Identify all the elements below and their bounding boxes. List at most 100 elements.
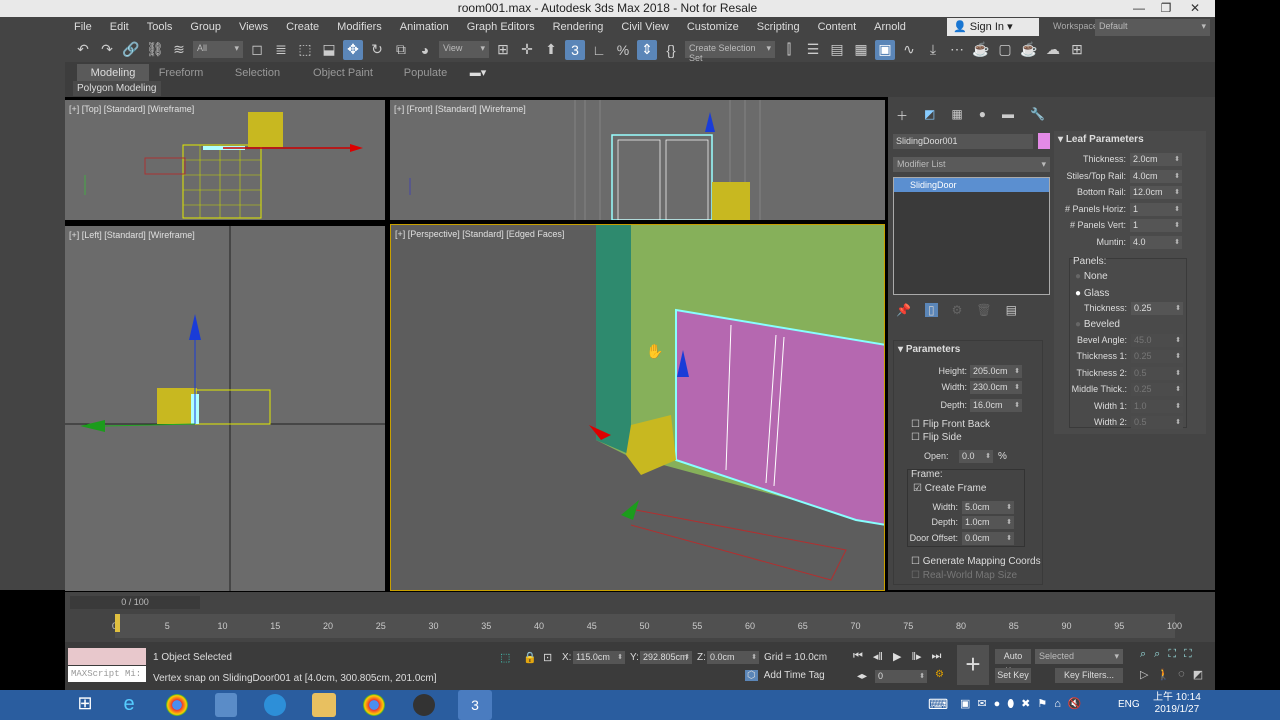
unlink-icon[interactable]: ⛓	[145, 40, 165, 60]
tab-populate[interactable]: Populate	[398, 64, 453, 82]
menu-create[interactable]: Create	[277, 21, 328, 33]
snaps-toggle-icon[interactable]: 3	[565, 39, 585, 60]
zoom-extents-icon[interactable]: ⛶	[1168, 648, 1176, 661]
menu-scripting[interactable]: Scripting	[748, 21, 809, 33]
keyboard-icon[interactable]: ⌨	[928, 696, 948, 713]
real-world-map-checkbox[interactable]: ☐ Real-World Map Size	[911, 570, 1017, 581]
menu-rendering[interactable]: Rendering	[544, 21, 613, 33]
viewport-front-label[interactable]: [+] [Front] [Standard] [Wireframe]	[394, 104, 526, 114]
viewport-perspective-label[interactable]: [+] [Perspective] [Standard] [Edged Face…	[395, 229, 564, 239]
modify-tab-icon[interactable]: ◩	[924, 107, 935, 124]
panel-beveled-radio[interactable]: ● Beveled	[1075, 319, 1120, 330]
bind-space-warp-icon[interactable]: ≋	[169, 40, 189, 60]
track-bar[interactable]: 0510152025303540455055606570758085909510…	[112, 614, 1182, 638]
viewport-front[interactable]: [+] [Front] [Standard] [Wireframe]	[390, 100, 885, 220]
menu-arnold[interactable]: Arnold	[865, 21, 915, 33]
previous-frame-icon[interactable]: ◂‖	[873, 650, 883, 663]
chrome-icon-2[interactable]	[363, 694, 385, 716]
leaf-parameters-header[interactable]: ▾ Leaf Parameters	[1058, 134, 1144, 145]
y-coord-field[interactable]: 292.805cm ⬍	[640, 651, 692, 664]
go-to-end-icon[interactable]: ⏭	[932, 650, 942, 663]
stiles-spinner[interactable]: 4.0cm ⬍	[1130, 170, 1182, 183]
width-spinner[interactable]: 230.0cm ⬍	[970, 381, 1022, 394]
viewport-left[interactable]: [+] [Left] [Standard] [Wireframe]	[65, 226, 385, 591]
width1-spinner[interactable]: 1.0 ⬍	[1131, 400, 1183, 413]
flip-side-checkbox[interactable]: ☐ Flip Side	[911, 432, 962, 443]
auto-key-button[interactable]: Auto Key	[995, 649, 1031, 676]
align-icon[interactable]: ☰	[803, 40, 823, 60]
obs-icon[interactable]	[413, 694, 435, 716]
thickness1-spinner[interactable]: 0.25 ⬍	[1131, 350, 1183, 363]
thickness2-spinner[interactable]: 0.5 ⬍	[1131, 367, 1183, 380]
panel-none-radio[interactable]: ● None	[1075, 271, 1108, 282]
absolute-mode-icon[interactable]: ⊡	[543, 651, 552, 664]
viewport-top[interactable]: [+] [Top] [Standard] [Wireframe]	[65, 100, 385, 220]
bevel-angle-spinner[interactable]: 45.0 ⬍	[1131, 334, 1183, 347]
spinner-snap-icon[interactable]: ⇕	[637, 39, 657, 60]
rect-selection-icon[interactable]: ⬚	[295, 40, 315, 60]
set-key-big-button[interactable]: +	[957, 645, 989, 685]
menu-civil-view[interactable]: Civil View	[612, 21, 677, 33]
selection-lock-icon[interactable]: 🔒	[523, 651, 537, 664]
x-coord-field[interactable]: 115.0cm ⬍	[573, 651, 625, 664]
hierarchy-tab-icon[interactable]: ▦	[951, 107, 962, 124]
mirror-icon[interactable]: ⫿	[779, 40, 799, 60]
dope-sheet-icon[interactable]: ⤓	[923, 40, 943, 60]
width2-spinner[interactable]: 0.5 ⬍	[1131, 416, 1183, 429]
menu-animation[interactable]: Animation	[391, 21, 458, 33]
viewport-top-label[interactable]: [+] [Top] [Standard] [Wireframe]	[69, 104, 194, 114]
tab-freeform[interactable]: Freeform	[155, 64, 207, 82]
orbit-icon[interactable]: ◌	[1178, 668, 1185, 681]
select-by-name-icon[interactable]: ≣	[271, 40, 291, 60]
named-selection-dropdown[interactable]: Create Selection Set ▾	[685, 41, 775, 63]
time-slider[interactable]: 0 / 100	[70, 596, 200, 609]
door-offset-spinner[interactable]: 0.0cm ⬍	[962, 532, 1014, 545]
tab-object-paint[interactable]: Object Paint	[308, 64, 378, 82]
redo-icon[interactable]: ↷	[97, 40, 117, 60]
menu-views[interactable]: Views	[230, 21, 277, 33]
open-spinner[interactable]: 0.0 ⬍	[959, 450, 993, 463]
select-manipulate-icon[interactable]: ✛	[517, 40, 537, 60]
leaf-thickness-spinner[interactable]: 2.0cm ⬍	[1130, 153, 1182, 166]
maxscript-listener-output[interactable]	[68, 648, 146, 665]
modifier-list-dropdown[interactable]: Modifier List ▾	[893, 157, 1050, 172]
panels-horiz-spinner[interactable]: 1 ⬍	[1130, 203, 1182, 216]
menu-customize[interactable]: Customize	[678, 21, 748, 33]
language-indicator[interactable]: ENG	[1118, 699, 1140, 710]
menu-modifiers[interactable]: Modifiers	[328, 21, 391, 33]
glass-thickness-spinner[interactable]: 0.25 ⬍	[1131, 302, 1183, 315]
key-mode-icon[interactable]: ◂▸	[857, 671, 867, 682]
file-explorer-icon[interactable]	[312, 693, 336, 717]
clock[interactable]: 上午 10:14 2019/1/27	[1153, 692, 1201, 716]
polygon-modeling-panel[interactable]: Polygon Modeling	[73, 81, 161, 96]
menu-graph-editors[interactable]: Graph Editors	[458, 21, 544, 33]
go-to-start-icon[interactable]: ⏮	[853, 650, 863, 663]
zoom-extents-all-icon[interactable]: ⛶	[1184, 648, 1192, 661]
reference-coord-dropdown[interactable]: View ▾	[439, 41, 489, 58]
utilities-tab-icon[interactable]: 🔧	[1030, 107, 1045, 124]
rotate-icon[interactable]: ↻	[367, 40, 387, 60]
remove-modifier-icon[interactable]: 🗑	[976, 303, 991, 317]
set-key-button[interactable]: Set Key	[995, 668, 1031, 683]
menu-content[interactable]: Content	[809, 21, 866, 33]
render-setup-icon[interactable]: ☕	[971, 40, 991, 60]
time-config-icon[interactable]: ⚙	[935, 669, 944, 680]
tab-modeling[interactable]: Modeling	[77, 64, 149, 82]
render-cloud-icon[interactable]: ☁	[1043, 40, 1063, 60]
sign-in-button[interactable]: 👤 Sign In ▾	[947, 18, 1039, 36]
viewport-left-label[interactable]: [+] [Left] [Standard] [Wireframe]	[69, 230, 195, 240]
teamviewer-icon[interactable]	[264, 694, 286, 716]
motion-tab-icon[interactable]: ●	[979, 107, 986, 124]
chrome-icon[interactable]	[166, 694, 188, 716]
pivot-center-icon[interactable]: ⊞	[493, 40, 513, 60]
bottom-rail-spinner[interactable]: 12.0cm ⬍	[1130, 186, 1182, 199]
maxscript-mini-input[interactable]: MAXScript Mi:	[68, 666, 146, 682]
next-frame-icon[interactable]: ‖▸	[911, 650, 921, 663]
render-production-icon[interactable]: ☕	[1019, 40, 1039, 60]
menu-tools[interactable]: Tools	[138, 21, 182, 33]
menu-group[interactable]: Group	[181, 21, 230, 33]
link-icon[interactable]: 🔗	[121, 40, 141, 60]
generate-mapping-checkbox[interactable]: ☐ Generate Mapping Coords	[911, 556, 1041, 567]
layer-explorer-icon[interactable]: ▦	[851, 40, 871, 60]
ie-icon[interactable]: e	[116, 693, 142, 717]
